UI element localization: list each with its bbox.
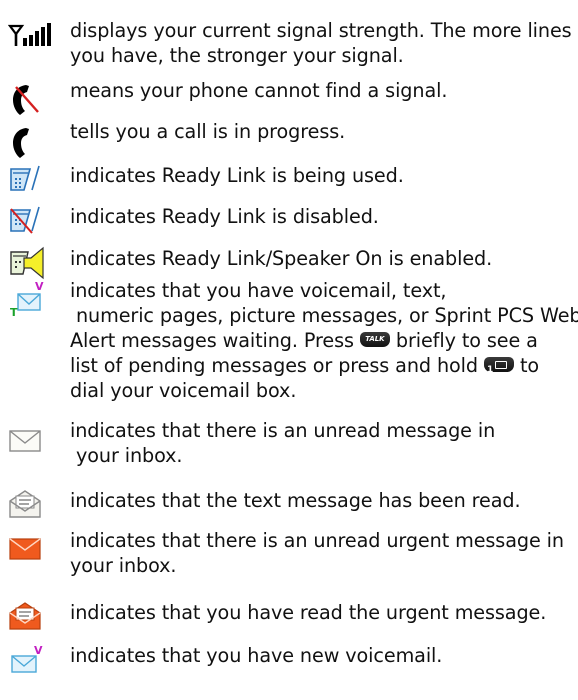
- unread-urgent-message-icon: [8, 534, 68, 578]
- unread-message-description: indicates that there is an unread messag…: [70, 418, 574, 468]
- messages-waiting-line-3: Alert messages waiting. Press TALK briefly…: [70, 328, 574, 353]
- ready-link-disabled-description: indicates Ready Link is disabled.: [70, 205, 379, 228]
- messages-waiting-line-4: list of pending messages or press and ho…: [70, 353, 574, 378]
- unread-message-line-1: indicates that there is an unread messag…: [70, 419, 496, 442]
- talk-key-label: TALK: [365, 335, 385, 343]
- new-voicemail-description: indicates that you have new voicemail.: [70, 644, 443, 667]
- call-in-progress-description: tells you a call is in progress.: [70, 120, 346, 143]
- unread-message-line-2: your inbox.: [70, 444, 183, 467]
- new-voicemail-icon: V: [8, 643, 68, 687]
- read-urgent-message-description: indicates that you have read the urgent …: [70, 601, 547, 624]
- no-signal-description: means your phone cannot find a signal.: [70, 79, 448, 102]
- unread-urgent-message-line-2: your inbox.: [70, 554, 177, 577]
- one-key-label: 1: [486, 365, 494, 375]
- ready-link-icon: [8, 164, 68, 208]
- read-message-description: indicates that the text message has been…: [70, 489, 521, 512]
- signal-strength-icon: [8, 20, 68, 64]
- svg-text:V: V: [35, 280, 44, 293]
- unread-urgent-message-line-1: indicates that there is an unread urgent…: [70, 529, 564, 552]
- signal-strength-description: displays your current signal strength. T…: [70, 19, 572, 67]
- unread-message-icon: [8, 426, 68, 470]
- call-in-progress-icon: [8, 125, 68, 169]
- ready-link-description: indicates Ready Link is being used.: [70, 164, 404, 187]
- messages-waiting-line-3b: briefly to see a: [395, 329, 538, 352]
- messages-waiting-description: indicates that you have voicemail, text,…: [70, 278, 578, 403]
- svg-text:T: T: [10, 306, 18, 318]
- read-message-icon: [8, 488, 68, 532]
- messages-waiting-icon: V T: [8, 278, 68, 322]
- messages-waiting-line-3a: Alert messages waiting. Press: [70, 329, 354, 352]
- messages-waiting-line-4b: to: [519, 354, 540, 377]
- ready-link-disabled-icon: [8, 205, 68, 249]
- talk-key-icon: TALK: [359, 332, 390, 347]
- ready-link-speaker-description: indicates Ready Link/Speaker On is enabl…: [70, 247, 493, 270]
- svg-text:V: V: [34, 644, 43, 657]
- messages-waiting-line-2: numeric pages, picture messages, or Spri…: [70, 304, 578, 327]
- messages-waiting-line-5: dial your voicemail box.: [70, 379, 297, 402]
- one-key-voicemail-icon: 1: [483, 357, 514, 375]
- messages-waiting-line-1: indicates that you have voicemail, text,: [70, 279, 447, 302]
- messages-waiting-line-4a: list of pending messages or press and ho…: [70, 354, 478, 377]
- unread-urgent-message-description: indicates that there is an unread urgent…: [70, 528, 574, 578]
- no-signal-icon: [8, 82, 68, 126]
- read-urgent-message-icon: [8, 600, 68, 644]
